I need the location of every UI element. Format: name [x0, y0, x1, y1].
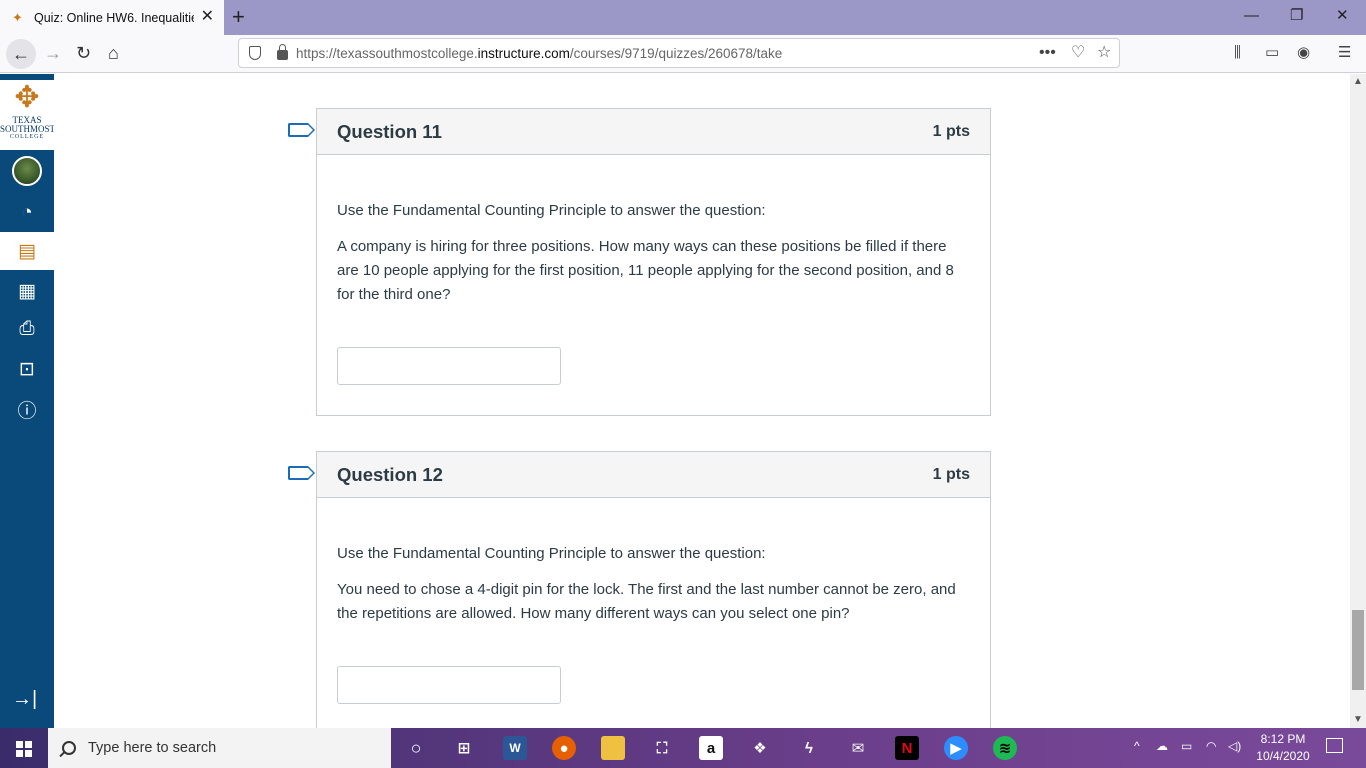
question-body: Use the Fundamental Counting Principle t… [317, 155, 990, 415]
netflix-icon[interactable]: N [895, 736, 919, 760]
back-arrow-icon[interactable]: ← [6, 39, 36, 69]
cortana-icon[interactable]: ○ [404, 736, 428, 760]
system-clock[interactable]: 8:12 PM 10/4/2020 [1252, 731, 1314, 765]
question-instruction: Use the Fundamental Counting Principle t… [337, 202, 766, 219]
battery-icon[interactable]: ▭ [1181, 739, 1192, 753]
amazon-icon[interactable]: a [699, 736, 723, 760]
page-scrollbar[interactable]: ▲ ▼ [1350, 74, 1366, 728]
collapse-nav-icon[interactable]: →| [12, 688, 37, 711]
notification-icon[interactable] [1326, 738, 1343, 753]
word-icon[interactable]: W [503, 736, 527, 760]
task-view-icon[interactable]: ⊞ [452, 736, 476, 760]
answer-input[interactable] [337, 666, 561, 704]
question-header: Question 12 1 pts [317, 452, 990, 498]
tab-title: Quiz: Online HW6. Inequalities [34, 10, 194, 25]
account-icon[interactable]: ◉ [1297, 43, 1310, 63]
clock-date: 10/4/2020 [1256, 749, 1310, 763]
windows-start-icon[interactable] [16, 741, 32, 757]
library-icon[interactable]: ⫼ [1234, 43, 1241, 63]
question-body: Use the Fundamental Counting Principle t… [317, 498, 990, 728]
scorpion-favicon-icon: ✦ [12, 9, 23, 25]
restore-icon[interactable]: ❐ [1290, 6, 1303, 26]
inbox-icon[interactable]: ⎙ [0, 310, 54, 348]
store-icon[interactable]: ⛶ [650, 736, 674, 760]
lightning-icon[interactable]: ϟ [797, 736, 821, 760]
sidebar-icon[interactable]: ▭ [1265, 43, 1279, 63]
courses-icon[interactable]: ▤ [0, 232, 54, 270]
page-actions-icon[interactable]: ••• [1039, 43, 1056, 63]
browser-toolbar: ← → ↻ ⌂ https://texassouthmostcollege.in… [0, 35, 1366, 73]
firefox-icon[interactable]: ● [552, 736, 576, 760]
tracking-protection-shield-icon[interactable] [249, 46, 261, 60]
forward-arrow-icon[interactable]: → [44, 40, 62, 66]
close-tab-icon[interactable]: ✕ [201, 9, 214, 25]
volume-icon[interactable]: ◁) [1228, 739, 1241, 753]
question-title: Question 11 [337, 120, 442, 142]
logo-text-line2: SOUTHMOST [0, 124, 56, 134]
onedrive-icon[interactable]: ☁ [1156, 739, 1168, 753]
scroll-up-icon[interactable]: ▲ [1353, 76, 1363, 87]
address-bar[interactable]: https://texassouthmostcollege.instructur… [238, 38, 1120, 68]
calendar-icon[interactable]: ▦ [0, 272, 54, 310]
question-points: 1 pts [932, 465, 970, 483]
clock-time: 8:12 PM [1260, 732, 1306, 746]
search-icon [62, 741, 76, 755]
question-instruction: Use the Fundamental Counting Principle t… [337, 545, 766, 562]
question-11: Question 11 1 pts Use the Fundamental Co… [316, 108, 991, 416]
reload-icon[interactable]: ↻ [76, 40, 91, 66]
question-text: A company is hiring for three positions.… [337, 238, 954, 303]
scroll-thumb[interactable] [1352, 610, 1364, 690]
question-title: Question 12 [337, 463, 443, 485]
help-icon[interactable]: ⓘ [0, 390, 54, 428]
scroll-down-icon[interactable]: ▼ [1353, 714, 1363, 725]
file-explorer-icon[interactable] [601, 736, 625, 760]
flag-question-icon[interactable] [288, 123, 315, 137]
home-icon[interactable]: ⌂ [108, 40, 119, 66]
question-header: Question 11 1 pts [317, 109, 990, 155]
quiz-content: Question 11 1 pts Use the Fundamental Co… [54, 74, 1350, 728]
lock-icon[interactable] [277, 44, 288, 60]
logo-subtext: COLLEGE [9, 134, 45, 140]
flag-question-icon[interactable] [288, 466, 315, 480]
tray-expand-icon[interactable]: ^ [1134, 739, 1140, 753]
answer-input[interactable] [337, 347, 561, 385]
windows-taskbar: Type here to search ○ ⊞ W ● ⛶ a ❖ ϟ ✉ N … [0, 728, 1366, 768]
pocket-icon[interactable]: ♡ [1071, 43, 1085, 63]
question-points: 1 pts [932, 122, 970, 140]
wifi-icon[interactable]: ◠ [1206, 739, 1216, 753]
scorpion-logo-icon: ✥ [14, 81, 40, 114]
minimize-icon[interactable]: — [1244, 6, 1259, 26]
bookmark-star-icon[interactable]: ☆ [1097, 43, 1111, 63]
close-window-icon[interactable]: ✕ [1336, 6, 1349, 26]
college-logo[interactable]: ✥ TEXAS SOUTHMOST COLLEGE [0, 80, 56, 150]
url-text: https://texassouthmostcollege.instructur… [296, 45, 783, 61]
dropbox-icon[interactable]: ❖ [748, 736, 772, 760]
account-avatar[interactable] [12, 156, 42, 186]
search-placeholder: Type here to search [88, 740, 217, 756]
taskbar-search[interactable]: Type here to search [48, 728, 391, 768]
global-navigation: ✥ TEXAS SOUTHMOST COLLEGE ◔ ▤ ▦ ⎙ ⊡ ⓘ →| [0, 74, 56, 728]
browser-tab-strip: ✦ Quiz: Online HW6. Inequalities ✕ + — ❐… [0, 0, 1366, 35]
new-tab-icon[interactable]: + [232, 4, 245, 30]
zoom-icon[interactable]: ▶ [944, 736, 968, 760]
question-text: You need to chose a 4-digit pin for the … [337, 581, 956, 622]
question-12: Question 12 1 pts Use the Fundamental Co… [316, 451, 991, 728]
browser-tab[interactable]: ✦ Quiz: Online HW6. Inequalities ✕ [0, 0, 224, 35]
studio-icon[interactable]: ⊡ [0, 350, 54, 388]
spotify-icon[interactable]: ≋ [993, 736, 1017, 760]
menu-hamburger-icon[interactable]: ☰ [1338, 43, 1351, 63]
mail-icon[interactable]: ✉ [846, 736, 870, 760]
dashboard-icon[interactable]: ◔ [0, 194, 54, 232]
